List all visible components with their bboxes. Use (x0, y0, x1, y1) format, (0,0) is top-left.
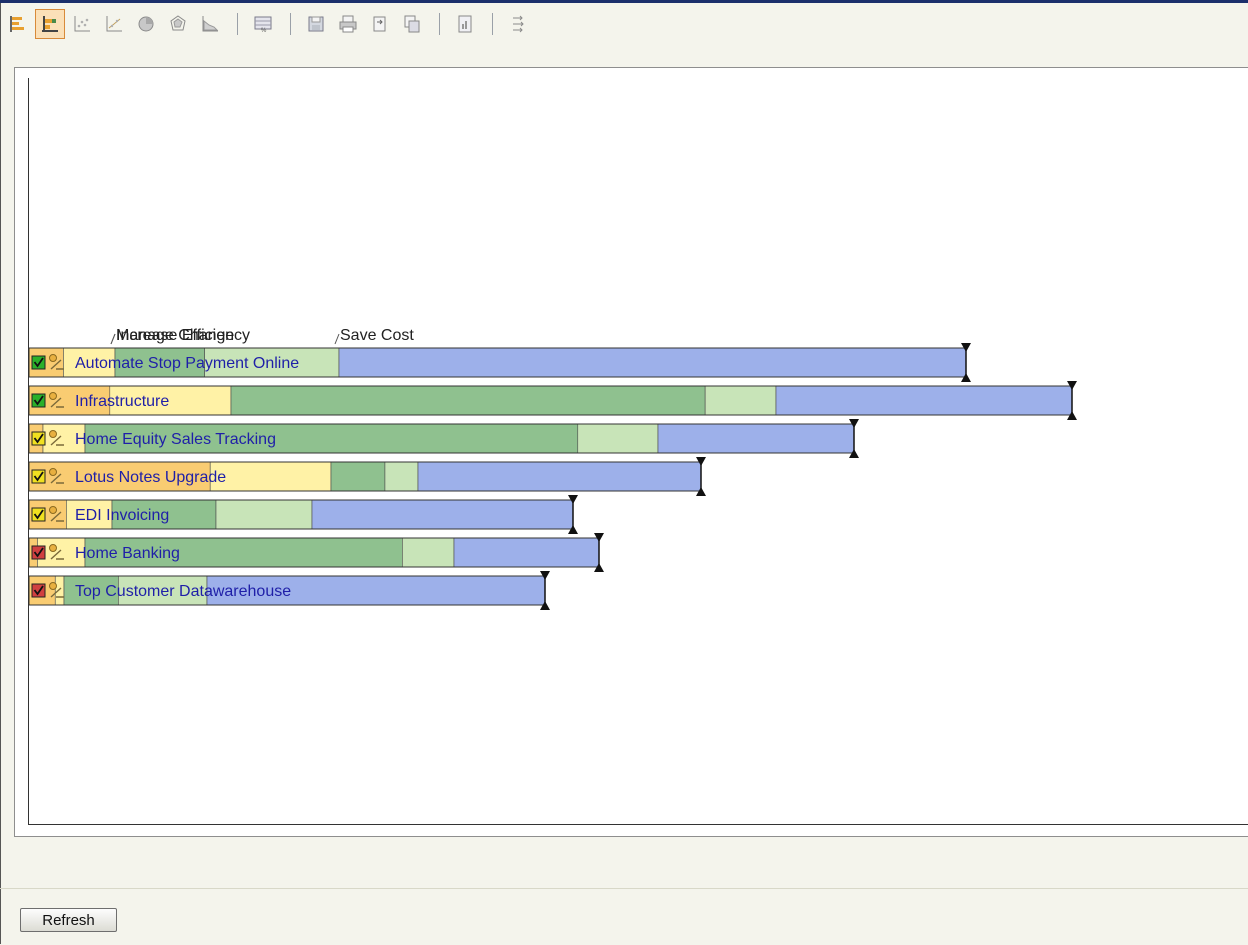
project-label[interactable]: Lotus Notes Upgrade (75, 469, 226, 486)
export-button[interactable] (365, 9, 395, 39)
percent-table-icon: % (254, 16, 272, 34)
line-scatter-chart-button[interactable] (99, 9, 129, 39)
bar-segment-increase-efficiency[interactable] (209, 461, 332, 492)
line-scatter-chart-icon (106, 16, 122, 32)
refresh-button[interactable]: Refresh (20, 908, 117, 932)
portfolio-bar-chart: Increase EfficiencyManage Change Save Cos… (29, 327, 1077, 610)
group-label-save-cost: Save Cost (340, 327, 414, 344)
gear-icon (49, 506, 57, 514)
project-label[interactable]: EDI Invoicing (75, 507, 169, 524)
pie-chart-button[interactable] (131, 9, 161, 39)
toolbar-separator (290, 13, 291, 35)
project-label[interactable]: Home Equity Sales Tracking (75, 431, 276, 448)
settings-button[interactable] (503, 9, 533, 39)
print-icon (339, 15, 357, 33)
gear-icon (49, 430, 57, 438)
pie-chart-icon (138, 16, 154, 32)
horizontal-bar-chart-icon (10, 16, 24, 32)
radar-chart-button[interactable] (163, 9, 193, 39)
gear-icon (49, 582, 57, 590)
bar-segment-save-cost[interactable] (311, 499, 574, 530)
bar-segment-manage-change[interactable] (577, 423, 659, 454)
project-label[interactable]: Infrastructure (75, 393, 169, 410)
bar-segment-save-cost[interactable] (657, 423, 855, 454)
footer-area (0, 888, 1248, 945)
window-left-border (0, 3, 1, 944)
group-label-tick (110, 333, 116, 345)
bar-segment-save-cost[interactable] (453, 537, 600, 568)
gear-icon (49, 354, 57, 362)
print-button[interactable] (333, 9, 363, 39)
copy-button[interactable] (397, 9, 427, 39)
bar-segment-manage-change[interactable] (384, 461, 419, 492)
gear-icon (49, 392, 57, 400)
bar-segment-manage-change[interactable] (330, 461, 386, 492)
bar-segment-manage-change[interactable] (704, 385, 777, 416)
bar-segment-manage-change[interactable] (402, 537, 455, 568)
scatter-chart-icon (74, 16, 90, 32)
group-label-manage-change: Manage Change (116, 327, 234, 344)
project-label[interactable]: Top Customer Datawarehouse (75, 583, 291, 600)
bar-segment-manage-change[interactable] (215, 499, 313, 530)
export-icon (373, 16, 386, 32)
gear-icon (49, 544, 57, 552)
save-icon (308, 16, 324, 32)
bar-segment-save-cost[interactable] (338, 347, 967, 378)
area-chart-button[interactable] (195, 9, 225, 39)
save-button[interactable] (301, 9, 331, 39)
scatter-chart-button[interactable] (67, 9, 97, 39)
area-chart-icon (202, 16, 219, 32)
toolbar-separator (237, 13, 238, 35)
stacked-bar-chart-button[interactable] (35, 9, 65, 39)
toolbar-separator (439, 13, 440, 35)
report-button[interactable] (450, 9, 480, 39)
horizontal-bar-chart-button[interactable] (3, 9, 33, 39)
settings-icon (513, 15, 524, 33)
chart-toolbar: % (3, 6, 1248, 42)
stacked-bar-chart-icon (42, 16, 58, 32)
radar-chart-icon (170, 15, 186, 31)
bar-segment-manage-change[interactable] (230, 385, 706, 416)
copy-icon (404, 15, 420, 33)
window-top-border (0, 0, 1248, 3)
bar-segment-save-cost[interactable] (417, 461, 702, 492)
bar-segment-increase-efficiency[interactable] (54, 575, 65, 606)
group-label-tick (334, 333, 340, 345)
project-label[interactable]: Home Banking (75, 545, 180, 562)
plot-area: Increase Efficiency Manage Change Save Cos… (28, 78, 1248, 825)
bar-segment-save-cost[interactable] (775, 385, 1073, 416)
percent-table-button[interactable]: % (248, 9, 278, 39)
svg-text:%: % (261, 28, 267, 34)
gear-icon (49, 468, 57, 476)
toolbar-separator (492, 13, 493, 35)
report-icon (458, 15, 472, 33)
project-label[interactable]: Automate Stop Payment Online (75, 355, 299, 372)
